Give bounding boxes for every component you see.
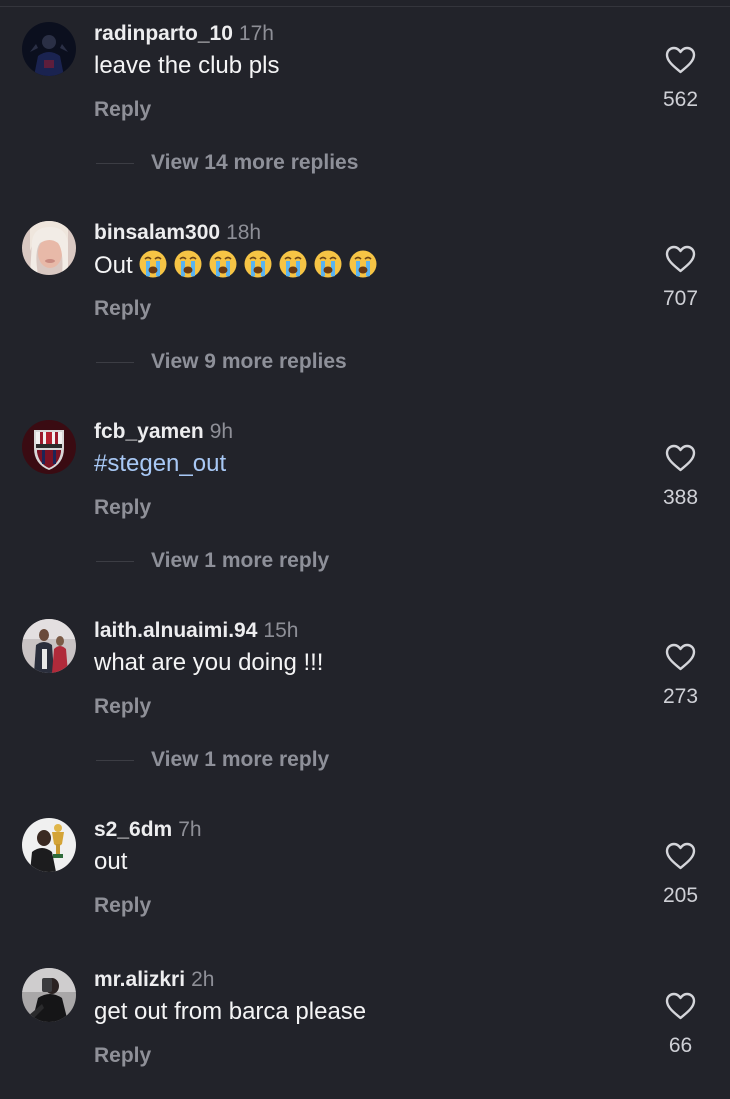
player-avatar-icon[interactable] bbox=[22, 22, 76, 76]
comment-meta: binsalam300 18h bbox=[94, 221, 261, 245]
view-more-replies-label: View 1 more reply bbox=[151, 748, 330, 771]
comment-username[interactable]: radinparto_10 bbox=[94, 22, 233, 45]
comment-meta: fcb_yamen 9h bbox=[94, 420, 233, 444]
comment-text-content: Out bbox=[94, 252, 133, 279]
comment-meta: mr.alizkri 2h bbox=[94, 968, 214, 992]
like-count: 388 bbox=[662, 486, 699, 509]
reply-button[interactable]: Reply bbox=[94, 297, 151, 321]
top-divider bbox=[0, 6, 730, 7]
comment-username[interactable]: fcb_yamen bbox=[94, 420, 204, 443]
comment-meta: radinparto_10 17h bbox=[94, 22, 274, 46]
comment-time: 17h bbox=[238, 22, 274, 45]
view-more-replies-label: View 9 more replies bbox=[151, 350, 347, 373]
comment-text: get out from barca please bbox=[94, 996, 366, 1028]
comment-time: 2h bbox=[191, 968, 215, 991]
portrait-avatar-icon[interactable] bbox=[22, 221, 76, 275]
like-heart-icon[interactable] bbox=[665, 992, 696, 1020]
reply-button[interactable]: Reply bbox=[94, 695, 151, 719]
like-count: 205 bbox=[662, 884, 699, 907]
like-count: 66 bbox=[668, 1034, 693, 1057]
reply-button[interactable]: Reply bbox=[94, 894, 151, 918]
comment-time: 7h bbox=[178, 818, 202, 841]
loudly-crying-face-icon bbox=[138, 249, 168, 279]
comment-text-content: leave the club pls bbox=[94, 52, 280, 79]
reply-button[interactable]: Reply bbox=[94, 1044, 151, 1068]
like-heart-icon[interactable] bbox=[665, 643, 696, 671]
trophy-avatar-icon[interactable] bbox=[22, 818, 76, 872]
comment-text-content: get out from barca please bbox=[94, 998, 367, 1025]
comment-username[interactable]: mr.alizkri bbox=[94, 968, 185, 991]
like-heart-icon[interactable] bbox=[665, 842, 696, 870]
comment-text-content: out bbox=[94, 848, 128, 875]
thread-line bbox=[96, 561, 134, 562]
thread-line bbox=[96, 760, 134, 761]
thread-line bbox=[96, 362, 134, 363]
comment-time: 18h bbox=[226, 221, 262, 244]
comment-username[interactable]: binsalam300 bbox=[94, 221, 220, 244]
loudly-crying-face-icon bbox=[348, 249, 378, 279]
like-count: 273 bbox=[662, 685, 699, 708]
loudly-crying-face-icon bbox=[208, 249, 238, 279]
loudly-crying-face-icon bbox=[278, 249, 308, 279]
hashtag-link[interactable]: #stegen_out bbox=[94, 450, 226, 477]
reply-button[interactable]: Reply bbox=[94, 496, 151, 520]
like-count: 707 bbox=[662, 287, 699, 310]
comment-text-content: what are you doing !!! bbox=[94, 649, 324, 676]
comment-username[interactable]: laith.alnuaimi.94 bbox=[94, 619, 257, 642]
loudly-crying-face-icon bbox=[173, 249, 203, 279]
comment-username[interactable]: s2_6dm bbox=[94, 818, 172, 841]
loudly-crying-face-icon bbox=[313, 249, 343, 279]
photo-avatar-icon[interactable] bbox=[22, 619, 76, 673]
view-more-replies-label: View 14 more replies bbox=[151, 151, 359, 174]
comment-time: 9h bbox=[209, 420, 234, 443]
selfie-avatar-icon[interactable] bbox=[22, 968, 76, 1022]
reply-button[interactable]: Reply bbox=[94, 98, 151, 122]
comment-text: Out bbox=[94, 249, 378, 282]
thread-line bbox=[96, 163, 134, 164]
comment-text: out bbox=[94, 846, 127, 878]
comment-text: leave the club pls bbox=[94, 50, 279, 82]
loudly-crying-face-icon bbox=[243, 249, 273, 279]
comment-text: what are you doing !!! bbox=[94, 647, 323, 679]
view-more-replies-label: View 1 more reply bbox=[151, 549, 330, 572]
like-heart-icon[interactable] bbox=[665, 46, 696, 74]
like-heart-icon[interactable] bbox=[665, 444, 696, 472]
like-count: 562 bbox=[662, 88, 699, 111]
crest-avatar-icon[interactable] bbox=[22, 420, 76, 474]
comment-time: 15h bbox=[263, 619, 299, 642]
like-heart-icon[interactable] bbox=[665, 245, 696, 273]
comment-text: #stegen_out bbox=[94, 448, 226, 480]
comment-meta: laith.alnuaimi.94 15h bbox=[94, 619, 298, 643]
comment-meta: s2_6dm 7h bbox=[94, 818, 202, 842]
